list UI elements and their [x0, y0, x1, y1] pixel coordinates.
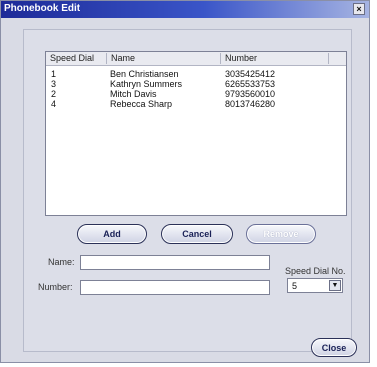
- add-button[interactable]: Add: [77, 224, 147, 244]
- number-cell: 3035425412: [225, 69, 276, 79]
- speed-dial-cell: 1: [51, 69, 57, 79]
- number-label: Number:: [38, 282, 73, 292]
- title-bar[interactable]: Phonebook Edit ×: [1, 1, 369, 18]
- column-header-speed-dial[interactable]: Speed Dial: [46, 53, 107, 64]
- name-cell: Kathryn Summers: [110, 79, 183, 89]
- column-header-number[interactable]: Number: [221, 53, 329, 64]
- table-row[interactable]: 1 Ben Christiansen 3035425412: [46, 69, 346, 79]
- number-cell: 6265533753: [225, 79, 276, 89]
- list-header: Speed Dial Name Number: [46, 52, 346, 66]
- number-cell: 9793560010: [225, 89, 276, 99]
- name-label: Name:: [48, 257, 75, 267]
- speed-dial-cell: 4: [51, 99, 57, 109]
- close-icon[interactable]: ×: [353, 3, 365, 15]
- speed-dial-label: Speed Dial No.: [285, 266, 346, 276]
- phonebook-list[interactable]: Speed Dial Name Number 1 Ben Christianse…: [45, 51, 347, 216]
- close-button[interactable]: Close: [311, 338, 357, 357]
- speed-dial-cell: 3: [51, 79, 57, 89]
- table-row[interactable]: 2 Mitch Davis 9793560010: [46, 89, 346, 99]
- speed-dial-select[interactable]: 5 ▼: [287, 278, 343, 293]
- cancel-button[interactable]: Cancel: [161, 224, 233, 244]
- name-cell: Ben Christiansen: [110, 69, 179, 79]
- number-field[interactable]: [80, 280, 270, 295]
- chevron-down-icon[interactable]: ▼: [329, 280, 341, 291]
- window-title: Phonebook Edit: [4, 3, 81, 14]
- table-row[interactable]: 3 Kathryn Summers 6265533753: [46, 79, 346, 89]
- table-row[interactable]: 4 Rebecca Sharp 8013746280: [46, 99, 346, 109]
- speed-dial-cell: 2: [51, 89, 57, 99]
- remove-button[interactable]: Remove: [246, 224, 316, 244]
- column-header-name[interactable]: Name: [107, 53, 221, 64]
- name-cell: Rebecca Sharp: [110, 99, 173, 109]
- name-field[interactable]: [80, 255, 270, 270]
- name-cell: Mitch Davis: [110, 89, 157, 99]
- speed-dial-value: 5: [292, 281, 298, 291]
- number-cell: 8013746280: [225, 99, 276, 109]
